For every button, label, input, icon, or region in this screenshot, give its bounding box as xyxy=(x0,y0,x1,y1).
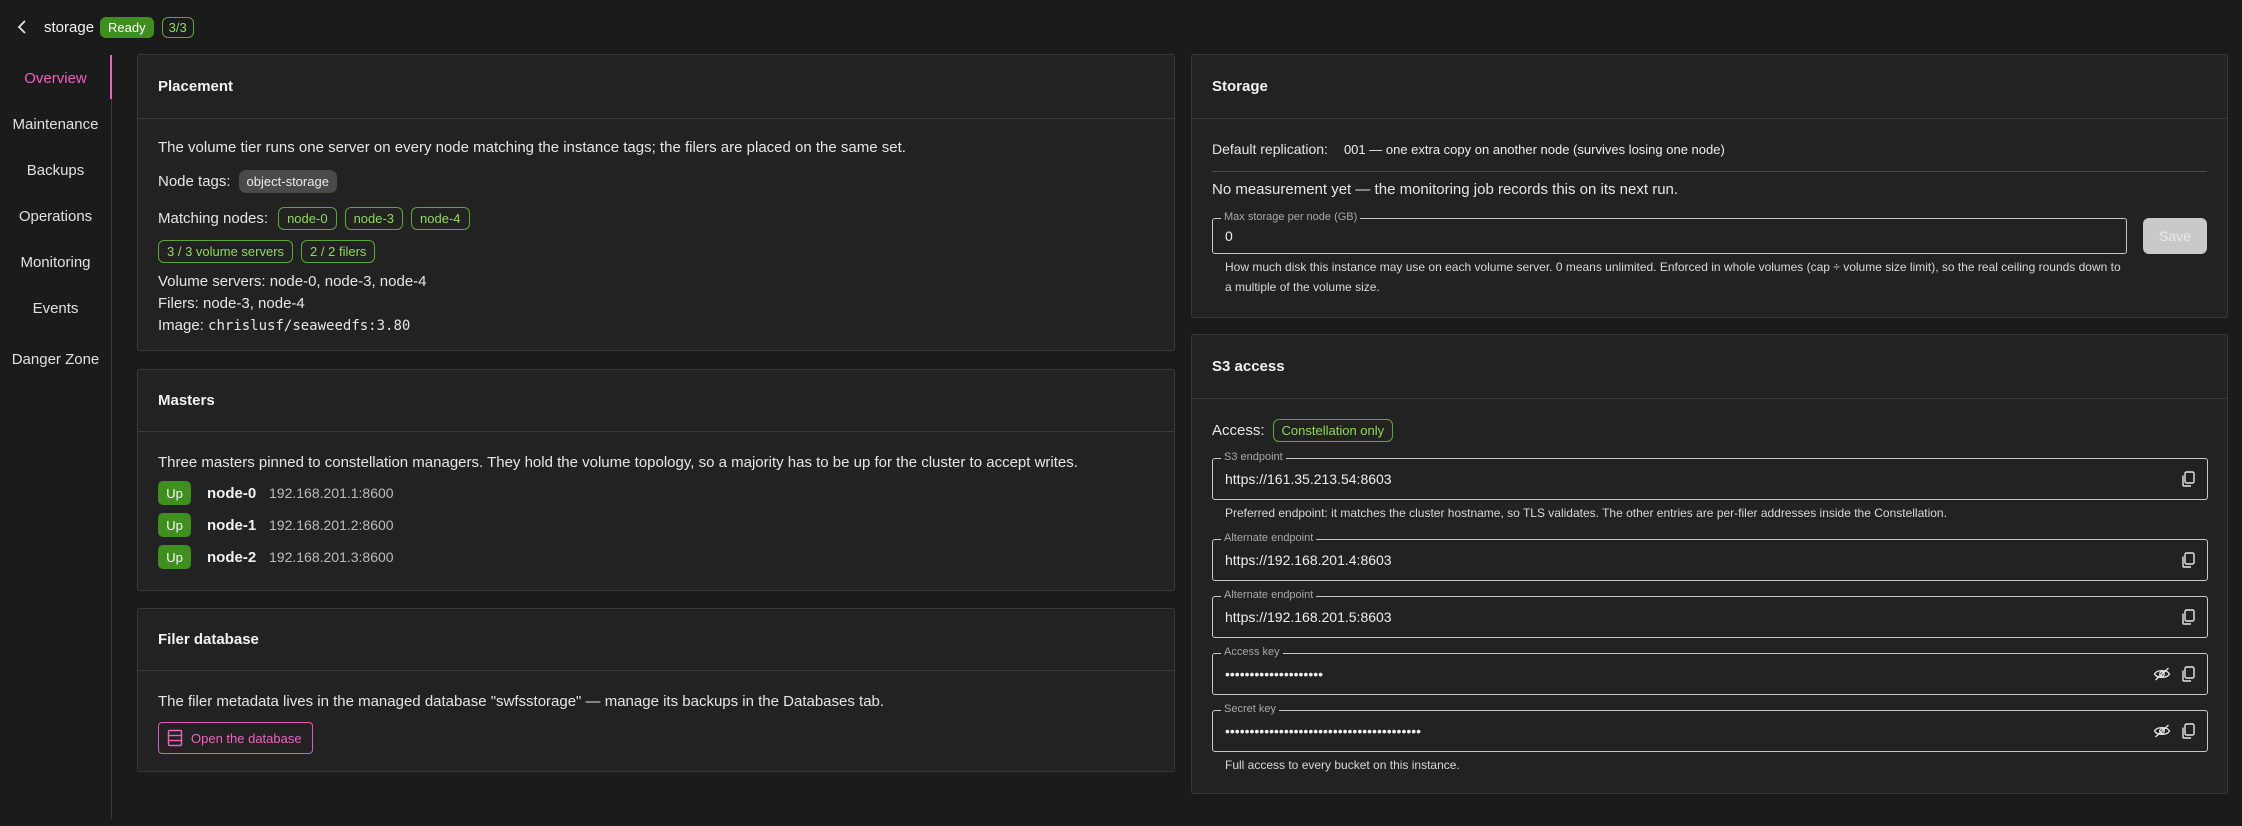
image-label: Image: xyxy=(158,317,204,334)
sidebar-item-backups[interactable]: Backups xyxy=(0,147,111,193)
master-status-badge: Up xyxy=(158,481,191,505)
matching-node-chip: node-4 xyxy=(411,207,470,230)
matching-nodes-label: Matching nodes: xyxy=(158,210,269,227)
max-storage-label: Max storage per node (GB) xyxy=(1221,211,1361,223)
alternate-endpoint-field[interactable]: Alternate endpoint https://192.168.201.5… xyxy=(1212,589,2208,638)
sidebar-item-maintenance[interactable]: Maintenance xyxy=(0,101,111,147)
placement-title: Placement xyxy=(138,55,1174,119)
masters-description: Three masters pinned to constellation ma… xyxy=(158,454,1078,471)
open-database-label: Open the database xyxy=(191,730,302,746)
sidebar-item-events[interactable]: Events xyxy=(0,285,111,331)
alternate-endpoint-value: https://192.168.201.4:8603 xyxy=(1225,552,1392,568)
replica-count-badge: 3/3 xyxy=(161,16,194,38)
filer-database-title: Filer database xyxy=(138,609,1174,671)
s3-endpoint-label: S3 endpoint xyxy=(1221,451,1286,463)
matching-node-chip: node-3 xyxy=(344,207,404,230)
replication-row: Default replication: 001 — one extra cop… xyxy=(1212,141,1725,157)
secret-key-label: Secret key xyxy=(1221,703,1279,715)
eye-off-icon[interactable] xyxy=(2153,665,2171,683)
max-storage-value: 0 xyxy=(1225,228,1233,244)
secret-key-value: •••••••••••••••••••••••••••••••••••••••• xyxy=(1225,723,1422,739)
divider xyxy=(1212,171,2207,172)
sidebar-item-danger-zone[interactable]: Danger Zone xyxy=(6,331,106,387)
max-storage-help: How much disk this instance may use on e… xyxy=(1225,260,2121,294)
access-label: Access: xyxy=(1212,422,1265,439)
copy-icon[interactable] xyxy=(2179,722,2197,740)
master-node-name: node-1 xyxy=(207,516,257,534)
secret-key-field[interactable]: Secret key •••••••••••••••••••••••••••••… xyxy=(1212,703,2208,752)
eye-off-icon[interactable] xyxy=(2153,722,2171,740)
s3-endpoint-field[interactable]: S3 endpoint https://161.35.213.54:8603 xyxy=(1212,451,2208,500)
access-key-field[interactable]: Access key •••••••••••••••••••• xyxy=(1212,646,2208,695)
masters-card: Masters Three masters pinned to constell… xyxy=(137,369,1175,591)
sidebar-item-operations[interactable]: Operations xyxy=(0,193,111,239)
save-button[interactable]: Save xyxy=(2143,218,2207,254)
copy-icon[interactable] xyxy=(2179,665,2197,683)
matching-node-chip: node-0 xyxy=(278,207,337,230)
database-icon xyxy=(167,729,183,747)
master-node-name: node-2 xyxy=(207,548,257,566)
replication-value: 001 — one extra copy on another node (su… xyxy=(1343,141,1725,157)
master-node-name: node-0 xyxy=(207,484,257,502)
filer-database-description: The filer metadata lives in the managed … xyxy=(158,693,885,710)
placement-card: Placement The volume tier runs one serve… xyxy=(137,54,1175,351)
chevron-left-icon xyxy=(17,20,26,34)
s3-endpoint-help: Preferred endpoint: it matches the clust… xyxy=(1225,506,1947,520)
status-badge: Ready xyxy=(100,16,154,38)
master-status-badge: Up xyxy=(158,545,191,569)
master-node-ip: 192.168.201.1:8600 xyxy=(269,485,394,501)
s3-endpoint-value: https://161.35.213.54:8603 xyxy=(1225,471,1392,487)
access-badge: Constellation only xyxy=(1272,419,1394,442)
back-button[interactable] xyxy=(4,12,40,42)
storage-card: Storage Default replication: 001 — one e… xyxy=(1191,54,2228,318)
page-header: storage Ready 3/3 xyxy=(0,12,194,42)
access-key-label: Access key xyxy=(1221,646,1283,658)
copy-icon[interactable] xyxy=(2179,608,2197,626)
alternate-endpoint-field[interactable]: Alternate endpoint https://192.168.201.4… xyxy=(1212,532,2208,581)
master-row: Up node-1 192.168.201.2:8600 xyxy=(158,509,1154,541)
measurement-text: No measurement yet — the monitoring job … xyxy=(1212,181,1679,198)
alternate-endpoint-label: Alternate endpoint xyxy=(1221,589,1317,601)
master-row: Up node-0 192.168.201.1:8600 xyxy=(158,477,1154,509)
replication-label: Default replication: xyxy=(1212,141,1328,157)
storage-title: Storage xyxy=(1192,55,2227,119)
placement-description: The volume tier runs one server on every… xyxy=(158,139,906,156)
master-node-ip: 192.168.201.3:8600 xyxy=(269,549,394,565)
volume-servers-chip: 3 / 3 volume servers xyxy=(158,240,294,263)
node-tag-chip: object-storage xyxy=(238,170,337,193)
max-storage-field[interactable]: Max storage per node (GB) 0 xyxy=(1212,211,2127,254)
page-title: storage xyxy=(44,18,95,36)
copy-icon[interactable] xyxy=(2179,470,2197,488)
master-node-ip: 192.168.201.2:8600 xyxy=(269,517,394,533)
node-tags-label: Node tags: xyxy=(158,173,231,190)
volume-servers-line: Volume servers: node-0, node-3, node-4 xyxy=(158,273,427,290)
master-status-badge: Up xyxy=(158,513,191,537)
alternate-endpoint-label: Alternate endpoint xyxy=(1221,532,1317,544)
filers-chip: 2 / 2 filers xyxy=(301,240,376,263)
secret-key-help: Full access to every bucket on this inst… xyxy=(1225,758,1460,772)
open-database-button[interactable]: Open the database xyxy=(158,722,313,754)
s3-access-title: S3 access xyxy=(1192,335,2227,399)
masters-title: Masters xyxy=(138,370,1174,432)
sidebar: Overview Maintenance Backups Operations … xyxy=(0,55,112,819)
access-row: Access: Constellation only xyxy=(1212,419,1394,442)
master-row: Up node-2 192.168.201.3:8600 xyxy=(158,541,1154,573)
alternate-endpoint-value: https://192.168.201.5:8603 xyxy=(1225,609,1392,625)
image-value: chrislusf/seaweedfs:3.80 xyxy=(208,318,411,334)
filer-database-card: Filer database The filer metadata lives … xyxy=(137,608,1175,772)
s3-access-card: S3 access Access: Constellation only S3 … xyxy=(1191,334,2228,794)
copy-icon[interactable] xyxy=(2179,551,2197,569)
sidebar-item-overview[interactable]: Overview xyxy=(0,55,112,101)
sidebar-item-monitoring[interactable]: Monitoring xyxy=(0,239,111,285)
image-line: Image: chrislusf/seaweedfs:3.80 xyxy=(158,317,1154,334)
access-key-value: •••••••••••••••••••• xyxy=(1225,666,1324,682)
filers-line: Filers: node-3, node-4 xyxy=(158,295,305,312)
